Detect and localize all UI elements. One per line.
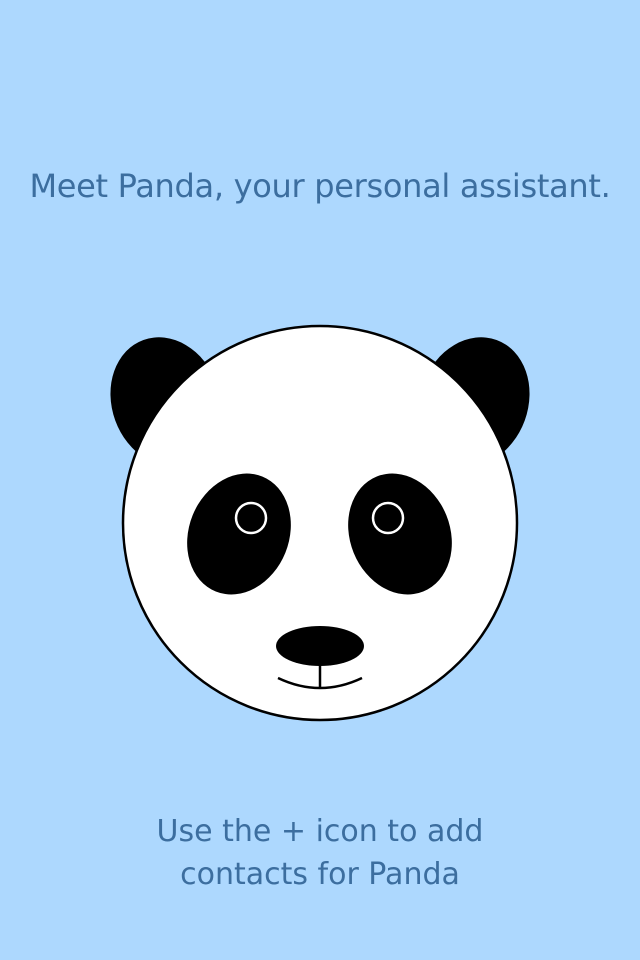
hint-line-2: contacts for Panda xyxy=(180,857,460,892)
hint-line-1: Use the + icon to add xyxy=(156,814,484,849)
left-eye xyxy=(234,501,268,535)
panda-face-icon xyxy=(110,324,530,722)
panda-mascot xyxy=(106,322,534,726)
panda-nose xyxy=(276,626,364,666)
add-contacts-hint: Use the + icon to add contacts for Panda xyxy=(0,810,640,896)
right-eye xyxy=(371,501,405,535)
welcome-headline: Meet Panda, your personal assistant. xyxy=(29,167,611,205)
